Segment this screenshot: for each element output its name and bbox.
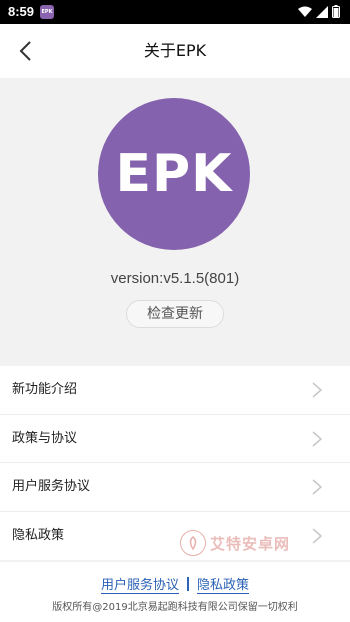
signal-icon [316,5,328,18]
watermark-text: 艾特安卓网 [210,534,291,553]
chevron-right-icon [312,382,323,398]
status-bar: 8:59 EPK [0,0,350,24]
chevron-right-icon [312,527,323,544]
status-time: 8:59 [8,4,35,19]
menu-item-label: 用户服务协议 [12,479,91,494]
menu-item-policies[interactable]: 政策与协议 [0,415,350,463]
back-button[interactable] [10,36,40,66]
chevron-left-icon [19,41,31,61]
chevron-right-icon [312,430,323,447]
menu-item-label: 新功能介绍 [12,382,78,397]
app-notification-icon: EPK [40,5,54,19]
user-agreement-link[interactable]: 用户服务协议 [100,578,179,594]
watermark: 艾特安卓网 [180,530,290,556]
chevron-right-icon [312,479,323,495]
watermark-logo-icon [180,530,206,556]
check-update-button[interactable]: 检查更新 [126,300,224,328]
settings-menu: 新功能介绍 政策与协议 用户服务协议 隐私政策 [0,366,350,560]
app-logo: EPK [98,98,250,250]
version-text: version:v5.1.5(801) [110,270,240,287]
menu-item-privacy[interactable]: 隐私政策 [0,512,350,561]
menu-item-label: 政策与协议 [12,430,78,446]
copyright-text: 版权所有@2019北京易起跑科技有限公司保留一切权利 [52,602,298,613]
footer-links: 用户服务协议 隐私政策 [0,574,350,594]
page-title: 关于EPK [143,41,207,60]
status-icons [298,5,340,18]
privacy-policy-link[interactable]: 隐私政策 [197,578,250,594]
battery-icon [332,5,340,18]
wifi-icon [298,6,312,17]
footer: 用户服务协议 隐私政策 版权所有@2019北京易起跑科技有限公司保留一切权利 [0,562,350,622]
header-bar: 关于EPK [0,24,350,78]
menu-item-label: 隐私政策 [12,527,65,543]
link-separator [187,577,189,591]
menu-item-user-agreement[interactable]: 用户服务协议 [0,463,350,512]
menu-item-new-features[interactable]: 新功能介绍 [0,366,350,415]
about-hero: EPK version:v5.1.5(801) 检查更新 [0,78,350,366]
